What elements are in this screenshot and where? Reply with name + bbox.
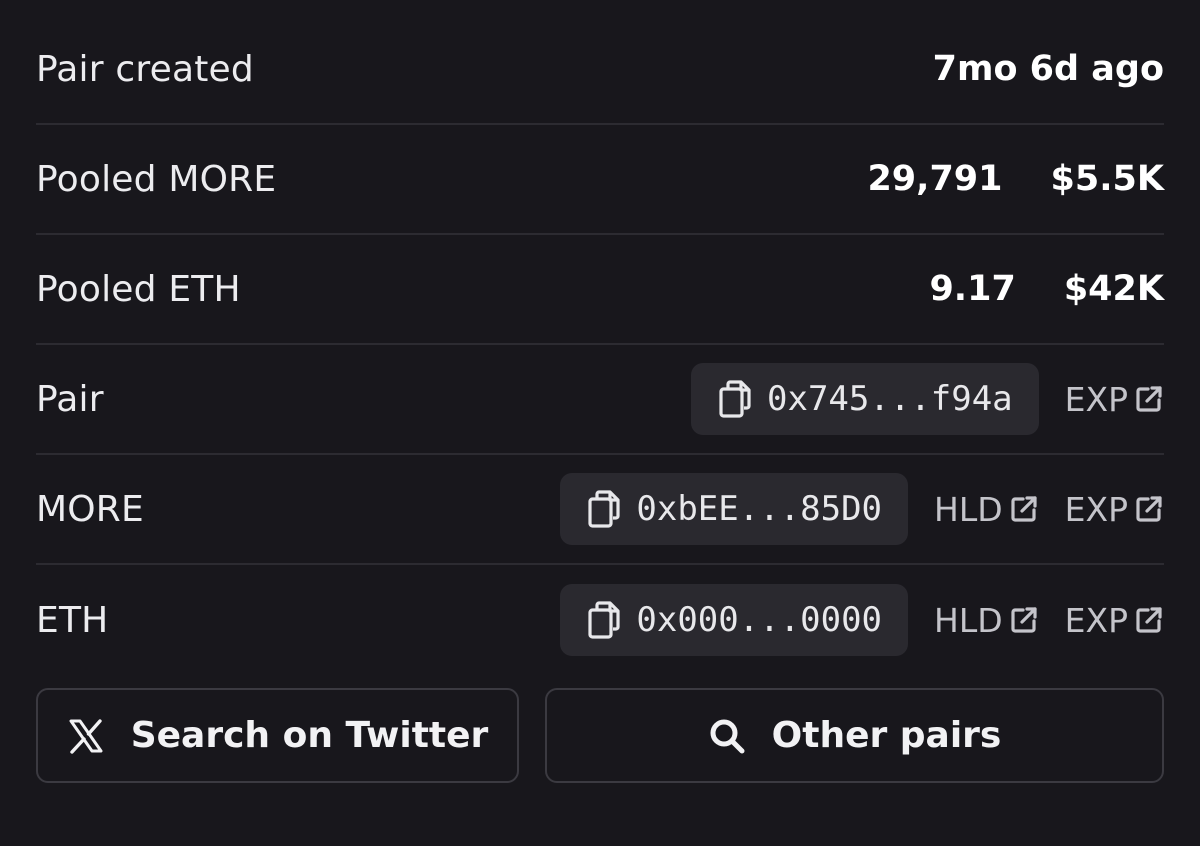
pooled-more-amount: 29,791 <box>867 159 1003 199</box>
pooled-eth-values: 9.17 $42K <box>929 269 1164 309</box>
pooled-more-label: Pooled MORE <box>36 158 277 200</box>
eth-hld-link[interactable]: HLD <box>934 601 1039 640</box>
external-link-icon <box>1134 494 1164 524</box>
more-actions: 0xbEE...85D0 HLD EXP <box>560 473 1164 545</box>
copy-icon <box>586 489 622 529</box>
pair-info-panel: Pair created 7mo 6d ago Pooled MORE 29,7… <box>36 15 1164 675</box>
search-icon <box>708 717 746 755</box>
hld-label: HLD <box>934 489 1003 529</box>
eth-actions: 0x000...0000 HLD EXP <box>560 584 1164 656</box>
x-logo-icon <box>67 717 105 755</box>
more-exp-link[interactable]: EXP <box>1065 490 1164 529</box>
pair-label: Pair <box>36 378 104 420</box>
pooled-eth-amount: 9.17 <box>929 269 1016 309</box>
external-link-icon <box>1134 384 1164 414</box>
external-link-icon <box>1134 605 1164 635</box>
pair-address-copy-button[interactable]: 0x745...f94a <box>691 363 1039 435</box>
hld-label: HLD <box>934 600 1003 640</box>
exp-label: EXP <box>1064 489 1128 529</box>
row-eth: ETH 0x000...0000 HLD EXP <box>36 565 1164 675</box>
row-pooled-more: Pooled MORE 29,791 $5.5K <box>36 125 1164 235</box>
more-label: MORE <box>36 488 144 530</box>
other-pairs-button[interactable]: Other pairs <box>545 688 1164 783</box>
pair-address: 0x745...f94a <box>767 379 1013 419</box>
pair-created-value: 7mo 6d ago <box>932 49 1164 89</box>
pooled-more-values: 29,791 $5.5K <box>867 159 1164 199</box>
search-on-twitter-button[interactable]: Search on Twitter <box>36 688 519 783</box>
eth-label: ETH <box>36 599 109 641</box>
eth-address-copy-button[interactable]: 0x000...0000 <box>560 584 909 656</box>
pooled-eth-label: Pooled ETH <box>36 268 241 310</box>
row-pair-created: Pair created 7mo 6d ago <box>36 15 1164 125</box>
pooled-eth-usd: $42K <box>1063 269 1164 309</box>
pair-created-label: Pair created <box>36 48 254 90</box>
copy-icon <box>717 379 753 419</box>
row-pooled-eth: Pooled ETH 9.17 $42K <box>36 235 1164 345</box>
row-pair: Pair 0x745...f94a EXP <box>36 345 1164 455</box>
exp-label: EXP <box>1064 379 1128 419</box>
exp-label: EXP <box>1064 600 1128 640</box>
more-address-copy-button[interactable]: 0xbEE...85D0 <box>560 473 909 545</box>
other-pairs-label: Other pairs <box>771 715 1002 756</box>
more-hld-link[interactable]: HLD <box>934 490 1039 529</box>
action-buttons: Search on Twitter Other pairs <box>36 688 1164 783</box>
search-on-twitter-label: Search on Twitter <box>130 715 489 756</box>
row-more: MORE 0xbEE...85D0 HLD EXP <box>36 455 1164 565</box>
eth-exp-link[interactable]: EXP <box>1065 601 1164 640</box>
external-link-icon <box>1009 494 1039 524</box>
pair-actions: 0x745...f94a EXP <box>691 363 1164 435</box>
eth-address: 0x000...0000 <box>636 600 883 640</box>
copy-icon <box>586 600 622 640</box>
more-address: 0xbEE...85D0 <box>636 489 883 529</box>
external-link-icon <box>1009 605 1039 635</box>
pooled-more-usd: $5.5K <box>1050 159 1164 199</box>
pair-exp-link[interactable]: EXP <box>1065 380 1164 419</box>
